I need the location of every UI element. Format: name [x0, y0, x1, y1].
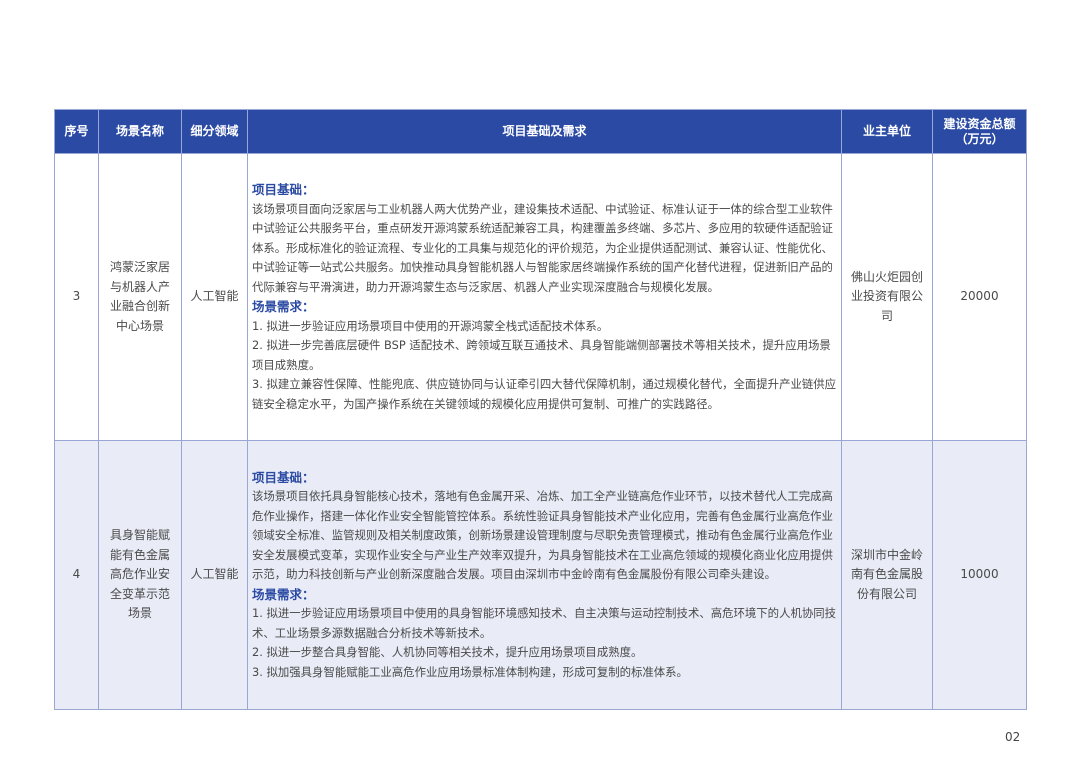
needs-title: 场景需求：	[252, 299, 315, 314]
table-row: 3 鸿蒙泛家居与机器人产业融合创新中心场景 人工智能 项目基础： 该场景项目面向…	[54, 153, 1027, 441]
need-item: 3. 拟加强具身智能赋能工业高危作业应用场景标准体制构建，形成可复制的标准体系。	[252, 664, 688, 679]
need-item: 2. 拟进一步完善底层硬件 BSP 适配技术、跨领域互联互通技术、具身智能端侧部…	[252, 338, 831, 372]
row-index: 4	[54, 440, 99, 710]
need-item: 1. 拟进一步验证应用场景项目中使用的开源鸿蒙全栈式适配技术体系。	[252, 318, 609, 333]
need-item: 2. 拟进一步整合具身智能、人机协同等相关技术，提升应用场景项目成熟度。	[252, 645, 643, 660]
need-item: 1. 拟进一步验证应用场景项目中使用的具身智能环境感知技术、自主决策与运动控制技…	[252, 606, 837, 640]
row-owner: 深圳市中金岭南有色金属股份有限公司	[841, 440, 933, 710]
basis-title: 项目基础：	[252, 182, 315, 197]
table-header-row: 序号 场景名称 细分领域 项目基础及需求 业主单位 建设资金总额（万元）	[54, 109, 1027, 154]
row-detail: 项目基础： 该场景项目依托具身智能核心技术，落地有色金属开采、冶炼、加工全产业链…	[247, 440, 842, 710]
header-owner: 业主单位	[841, 109, 933, 154]
row-funding: 10000	[932, 440, 1027, 710]
row-field: 人工智能	[181, 153, 248, 441]
header-scene-name: 场景名称	[98, 109, 182, 154]
row-owner: 佛山火炬园创业投资有限公司	[841, 153, 933, 441]
row-scene-name: 鸿蒙泛家居与机器人产业融合创新中心场景	[98, 153, 182, 441]
needs-title: 场景需求：	[252, 586, 315, 602]
header-index: 序号	[54, 109, 99, 154]
row-index: 3	[54, 153, 99, 441]
row-funding: 20000	[932, 153, 1027, 441]
basis-title: 项目基础：	[252, 469, 315, 485]
row-field: 人工智能	[181, 440, 248, 710]
basis-text: 该场景项目依托具身智能核心技术，落地有色金属开采、冶炼、加工全产业链高危作业环节…	[252, 489, 833, 582]
project-table: 序号 场景名称 细分领域 项目基础及需求 业主单位 建设资金总额（万元） 3 鸿…	[54, 109, 1027, 710]
header-funding: 建设资金总额（万元）	[932, 109, 1027, 154]
row-detail: 项目基础： 该场景项目面向泛家居与工业机器人两大优势产业，建设集技术适配、中试验…	[247, 153, 842, 441]
basis-text: 该场景项目面向泛家居与工业机器人两大优势产业，建设集技术适配、中试验证、标准认证…	[252, 201, 833, 294]
page-number: 02	[1005, 730, 1021, 744]
table-row: 4 具身智能赋能有色金属高危作业安全变革示范场景 人工智能 项目基础： 该场景项…	[54, 440, 1027, 710]
need-item: 3. 拟建立兼容性保障、性能兜底、供应链协同与认证牵引四大替代保障机制，通过规模…	[252, 377, 837, 411]
row-scene-name: 具身智能赋能有色金属高危作业安全变革示范场景	[98, 440, 182, 710]
header-field: 细分领域	[181, 109, 248, 154]
header-basis-needs: 项目基础及需求	[247, 109, 842, 154]
